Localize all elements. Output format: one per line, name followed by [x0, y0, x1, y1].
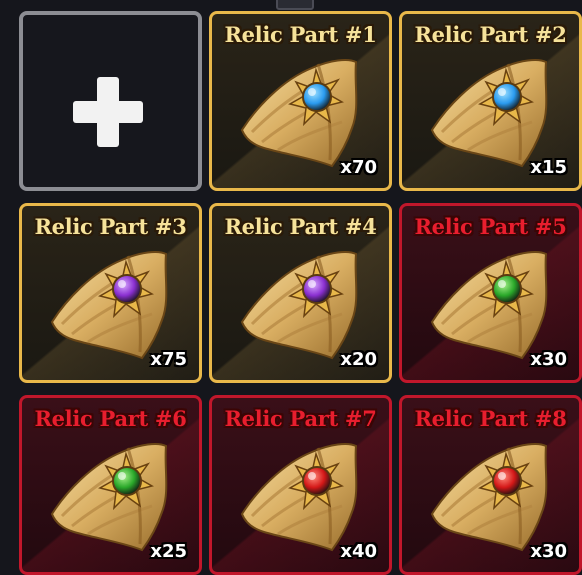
item-name-label: Relic Part #1 — [224, 22, 377, 47]
item-count-label: x30 — [530, 349, 567, 370]
plus-icon — [73, 77, 143, 147]
inventory-slot-relic-part-6[interactable]: Relic Part #6 x25 — [19, 395, 202, 575]
item-name-label: Relic Part #6 — [34, 406, 187, 431]
relic-part-icon — [234, 50, 369, 168]
add-slot-button[interactable] — [19, 11, 202, 191]
inventory-slot-relic-part-4[interactable]: Relic Part #4 x20 — [209, 203, 392, 383]
inventory-slot-relic-part-2[interactable]: Relic Part #2 x15 — [399, 11, 582, 191]
relic-part-icon — [234, 242, 369, 360]
item-name-label: Relic Part #8 — [414, 406, 567, 431]
item-count-label: x40 — [340, 541, 377, 562]
relic-part-icon — [424, 242, 559, 360]
relic-part-icon — [424, 434, 559, 552]
item-count-label: x15 — [530, 157, 567, 178]
inventory-slot-relic-part-8[interactable]: Relic Part #8 x30 — [399, 395, 582, 575]
item-name-label: Relic Part #5 — [414, 214, 567, 239]
inventory-slot-relic-part-3[interactable]: Relic Part #3 x75 — [19, 203, 202, 383]
relic-part-icon — [44, 242, 179, 360]
inventory-slot-relic-part-7[interactable]: Relic Part #7 x40 — [209, 395, 392, 575]
inventory-grid: Relic Part #1 x70 Relic Part #2 x15 Reli… — [0, 0, 582, 575]
relic-part-icon — [234, 434, 369, 552]
inventory-slot-relic-part-5[interactable]: Relic Part #5 x30 — [399, 203, 582, 383]
item-count-label: x25 — [150, 541, 187, 562]
item-count-label: x70 — [340, 157, 377, 178]
item-name-label: Relic Part #3 — [34, 214, 187, 239]
item-name-label: Relic Part #4 — [224, 214, 377, 239]
item-count-label: x20 — [340, 349, 377, 370]
top-tab[interactable] — [276, 0, 314, 10]
relic-part-icon — [44, 434, 179, 552]
item-name-label: Relic Part #2 — [414, 22, 567, 47]
item-count-label: x75 — [150, 349, 187, 370]
relic-part-icon — [424, 50, 559, 168]
inventory-slot-relic-part-1[interactable]: Relic Part #1 x70 — [209, 11, 392, 191]
item-count-label: x30 — [530, 541, 567, 562]
item-name-label: Relic Part #7 — [224, 406, 377, 431]
